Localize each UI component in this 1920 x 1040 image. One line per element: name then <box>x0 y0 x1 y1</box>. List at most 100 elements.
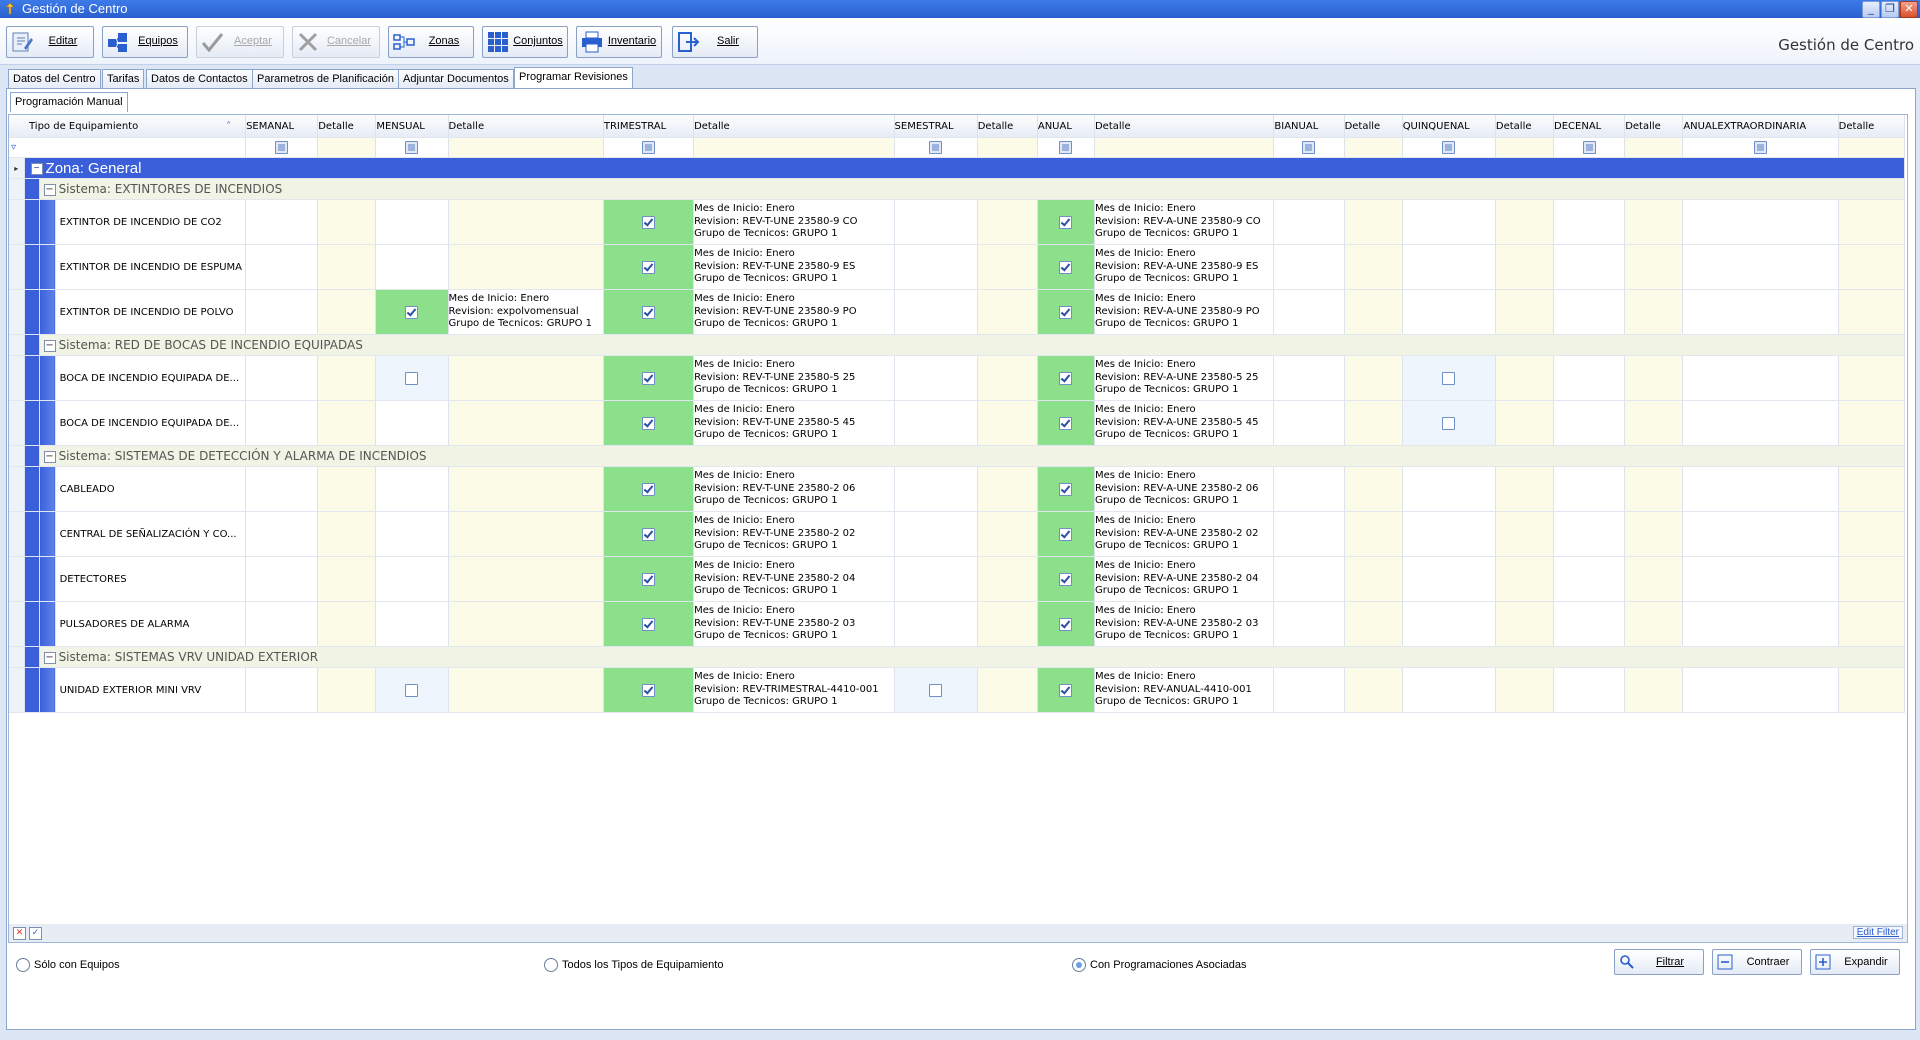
table-row[interactable]: BOCA DE INCENDIO EQUIPADA DE... Mes de I… <box>9 400 1906 446</box>
checkbox-checked[interactable] <box>1059 683 1073 697</box>
col-header-semestral-detalle[interactable]: Detalle <box>977 115 1038 138</box>
trimestral-cell[interactable] <box>603 556 695 602</box>
table-row[interactable]: EXTINTOR DE INCENDIO DE CO2 Mes de Inici… <box>9 199 1906 245</box>
filter-mensual[interactable] <box>375 137 449 158</box>
checkbox-unchecked[interactable] <box>1442 371 1456 385</box>
tab-parametros-planificacion[interactable]: Parametros de Planificación <box>252 69 399 88</box>
collapse-icon[interactable]: − <box>43 651 56 664</box>
trimestral-cell[interactable] <box>603 466 695 512</box>
trimestral-cell[interactable] <box>603 601 695 647</box>
checkbox-checked[interactable] <box>1059 482 1073 496</box>
trimestral-cell[interactable] <box>603 355 695 401</box>
cancel-button[interactable]: Cancelar <box>292 26 380 58</box>
semestral-cell[interactable] <box>894 667 978 713</box>
radio-con-programaciones[interactable]: Con Programaciones Asociadas <box>1072 958 1247 972</box>
filter-semanal[interactable] <box>245 137 319 158</box>
col-header-trimestral-detalle[interactable]: Detalle <box>693 115 895 138</box>
checkbox-checked[interactable] <box>1059 572 1073 586</box>
checkbox-unchecked[interactable] <box>929 683 943 697</box>
anual-cell[interactable] <box>1037 466 1095 512</box>
edit-filter-button[interactable]: Edit Filter <box>1852 926 1903 939</box>
table-row[interactable]: BOCA DE INCENDIO EQUIPADA DE... Mes de I… <box>9 355 1906 401</box>
radio-todos-tipos[interactable]: Todos los Tipos de Equipamiento <box>544 958 723 972</box>
checkbox-checked[interactable] <box>1059 527 1073 541</box>
tab-adjuntar-documentos[interactable]: Adjuntar Documentos <box>398 69 514 88</box>
system-group-row[interactable]: − Sistema: EXTINTORES DE INCENDIOS <box>9 178 1906 200</box>
checkbox-checked[interactable] <box>641 683 655 697</box>
col-header-anualextraordinaria[interactable]: ANUALEXTRAORDINARIA <box>1682 115 1839 138</box>
col-header-trimestral[interactable]: TRIMESTRAL <box>603 115 695 138</box>
checkbox-checked[interactable] <box>641 260 655 274</box>
equipos-button[interactable]: Equipos <box>102 26 188 58</box>
collapse-icon[interactable]: − <box>43 339 56 352</box>
semestral-cell[interactable] <box>894 199 978 245</box>
filter-decenal[interactable] <box>1553 137 1626 158</box>
filter-semestral[interactable] <box>894 137 978 158</box>
col-header-anual[interactable]: ANUAL <box>1037 115 1095 138</box>
mensual-cell[interactable] <box>375 199 449 245</box>
radio-solo-equipos[interactable]: Sólo con Equipos <box>16 958 120 972</box>
semanal-cell[interactable] <box>245 199 319 245</box>
checkbox-checked[interactable] <box>641 416 655 430</box>
checkbox-checked[interactable] <box>1059 215 1073 229</box>
enable-filter-checkbox[interactable]: ✓ <box>29 927 42 940</box>
close-icon[interactable]: ✕ <box>1900 1 1918 18</box>
system-group-row[interactable]: − Sistema: SISTEMAS DE DETECCIÓN Y ALARMA… <box>9 445 1906 467</box>
checkbox-checked[interactable] <box>1059 416 1073 430</box>
table-row[interactable]: CABLEADO Mes de Inicio: Enero Revision: R… <box>9 466 1906 512</box>
clear-filter-icon[interactable]: ✕ <box>13 927 26 940</box>
checkbox-unchecked[interactable] <box>405 683 419 697</box>
checkbox-checked[interactable] <box>641 371 655 385</box>
tab-datos-contactos[interactable]: Datos de Contactos <box>146 69 253 88</box>
anual-cell[interactable] <box>1037 601 1095 647</box>
trimestral-cell[interactable] <box>603 244 695 290</box>
tab-datos-centro[interactable]: Datos del Centro <box>8 69 101 88</box>
trimestral-cell[interactable] <box>603 400 695 446</box>
col-header-anualextraordinaria-detalle[interactable]: Detalle <box>1838 115 1906 138</box>
col-header-decenal[interactable]: DECENAL <box>1553 115 1626 138</box>
collapse-icon[interactable]: − <box>30 162 43 175</box>
filter-anual[interactable] <box>1037 137 1095 158</box>
checkbox-unchecked[interactable] <box>405 371 419 385</box>
anual-cell[interactable] <box>1037 511 1095 557</box>
trimestral-cell[interactable] <box>603 289 695 335</box>
anual-cell[interactable] <box>1037 289 1095 335</box>
col-header-semestral[interactable]: SEMESTRAL <box>894 115 978 138</box>
tab-tarifas[interactable]: Tarifas <box>102 69 145 88</box>
checkbox-checked[interactable] <box>641 572 655 586</box>
restore-icon[interactable]: ❐ <box>1881 1 1899 18</box>
collapse-icon[interactable]: − <box>43 450 56 463</box>
filtrar-button[interactable]: Filtrar <box>1614 949 1704 975</box>
col-header-semanal[interactable]: SEMANAL <box>245 115 319 138</box>
table-row[interactable]: CENTRAL DE SEÑALIZACIÓN Y CO... Mes de I… <box>9 511 1906 557</box>
mensual-cell[interactable] <box>375 289 449 335</box>
table-row[interactable]: UNIDAD EXTERIOR MINI VRV Mes de Inicio: … <box>9 667 1906 713</box>
edit-button[interactable]: Editar <box>6 26 94 58</box>
checkbox-checked[interactable] <box>405 305 419 319</box>
col-header-mensual-detalle[interactable]: Detalle <box>448 115 604 138</box>
anual-cell[interactable] <box>1037 355 1095 401</box>
col-header-bianual[interactable]: BIANUAL <box>1273 115 1345 138</box>
quinquenal-cell[interactable] <box>1402 400 1496 446</box>
salir-button[interactable]: Salir <box>672 26 758 58</box>
trimestral-cell[interactable] <box>603 511 695 557</box>
trimestral-cell[interactable] <box>603 667 695 713</box>
filter-icon[interactable]: ▿ <box>9 137 247 158</box>
tab-programar-revisiones[interactable]: Programar Revisiones <box>514 67 633 88</box>
anual-cell[interactable] <box>1037 667 1095 713</box>
table-row[interactable]: PULSADORES DE ALARMA Mes de Inicio: Ener… <box>9 601 1906 647</box>
filter-quinquenal[interactable] <box>1402 137 1496 158</box>
checkbox-checked[interactable] <box>1059 371 1073 385</box>
system-group-row[interactable]: − Sistema: RED DE BOCAS DE INCENDIO EQUIP… <box>9 334 1906 356</box>
checkbox-checked[interactable] <box>1059 305 1073 319</box>
col-header-semanal-detalle[interactable]: Detalle <box>317 115 377 138</box>
checkbox-checked[interactable] <box>1059 260 1073 274</box>
col-header-mensual[interactable]: MENSUAL <box>375 115 449 138</box>
filter-anualextraordinaria[interactable] <box>1682 137 1839 158</box>
zonas-button[interactable]: Zonas <box>388 26 474 58</box>
collapse-icon[interactable]: − <box>43 183 56 196</box>
filter-bianual[interactable] <box>1273 137 1345 158</box>
checkbox-checked[interactable] <box>641 305 655 319</box>
col-header-decenal-detalle[interactable]: Detalle <box>1624 115 1684 138</box>
expandir-button[interactable]: Expandir <box>1810 949 1900 975</box>
